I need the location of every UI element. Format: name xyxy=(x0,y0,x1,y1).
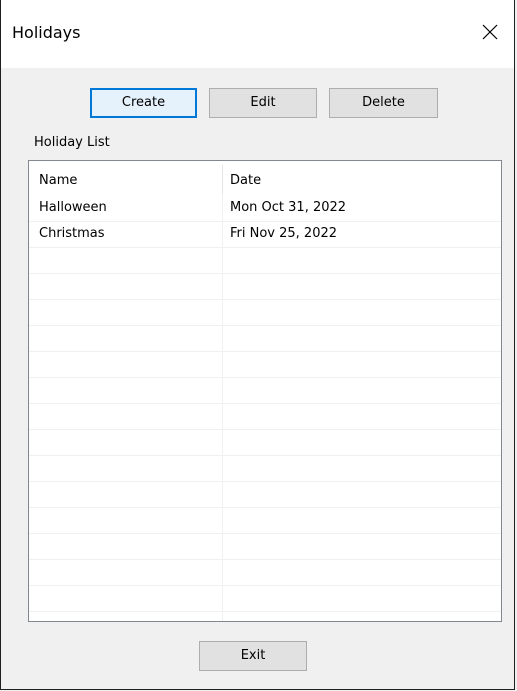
empty-list-row xyxy=(29,456,501,482)
holiday-name-cell: Christmas xyxy=(39,226,105,241)
list-body: Halloween Mon Oct 31, 2022 Christmas Fri… xyxy=(29,196,501,621)
empty-list-row xyxy=(29,430,501,456)
empty-list-row xyxy=(29,560,501,586)
empty-list-row xyxy=(29,326,501,352)
column-divider[interactable] xyxy=(222,165,223,195)
empty-list-row xyxy=(29,482,501,508)
create-button[interactable]: Create xyxy=(90,88,197,118)
close-button[interactable] xyxy=(468,14,514,50)
empty-list-row xyxy=(29,404,501,430)
delete-button[interactable]: Delete xyxy=(329,88,438,118)
holiday-date-cell: Fri Nov 25, 2022 xyxy=(230,226,338,241)
table-row[interactable]: Christmas Fri Nov 25, 2022 xyxy=(29,222,501,248)
empty-list-row xyxy=(29,352,501,378)
holiday-list-label: Holiday List xyxy=(34,135,110,150)
empty-list-row xyxy=(29,378,501,404)
title-bar: Holidays xyxy=(1,0,514,68)
empty-list-row xyxy=(29,534,501,560)
holiday-list[interactable]: Name Date Halloween Mon Oct 31, 2022 Chr… xyxy=(28,160,502,622)
empty-list-row xyxy=(29,586,501,612)
empty-list-row xyxy=(29,248,501,274)
holiday-date-cell: Mon Oct 31, 2022 xyxy=(230,200,347,215)
empty-list-row xyxy=(29,274,501,300)
exit-button[interactable]: Exit xyxy=(199,641,307,671)
table-row[interactable]: Halloween Mon Oct 31, 2022 xyxy=(29,196,501,222)
column-divider[interactable] xyxy=(501,165,502,195)
column-header-date[interactable]: Date xyxy=(230,173,261,188)
empty-list-row xyxy=(29,508,501,534)
window-title: Holidays xyxy=(12,23,81,42)
holidays-window: Holidays Create Edit Delete Holiday List… xyxy=(0,0,515,690)
holiday-name-cell: Halloween xyxy=(39,200,107,215)
empty-list-row xyxy=(29,300,501,326)
edit-button[interactable]: Edit xyxy=(209,88,317,118)
close-icon xyxy=(482,24,498,40)
list-header: Name Date xyxy=(29,161,501,196)
column-header-name[interactable]: Name xyxy=(39,173,77,188)
